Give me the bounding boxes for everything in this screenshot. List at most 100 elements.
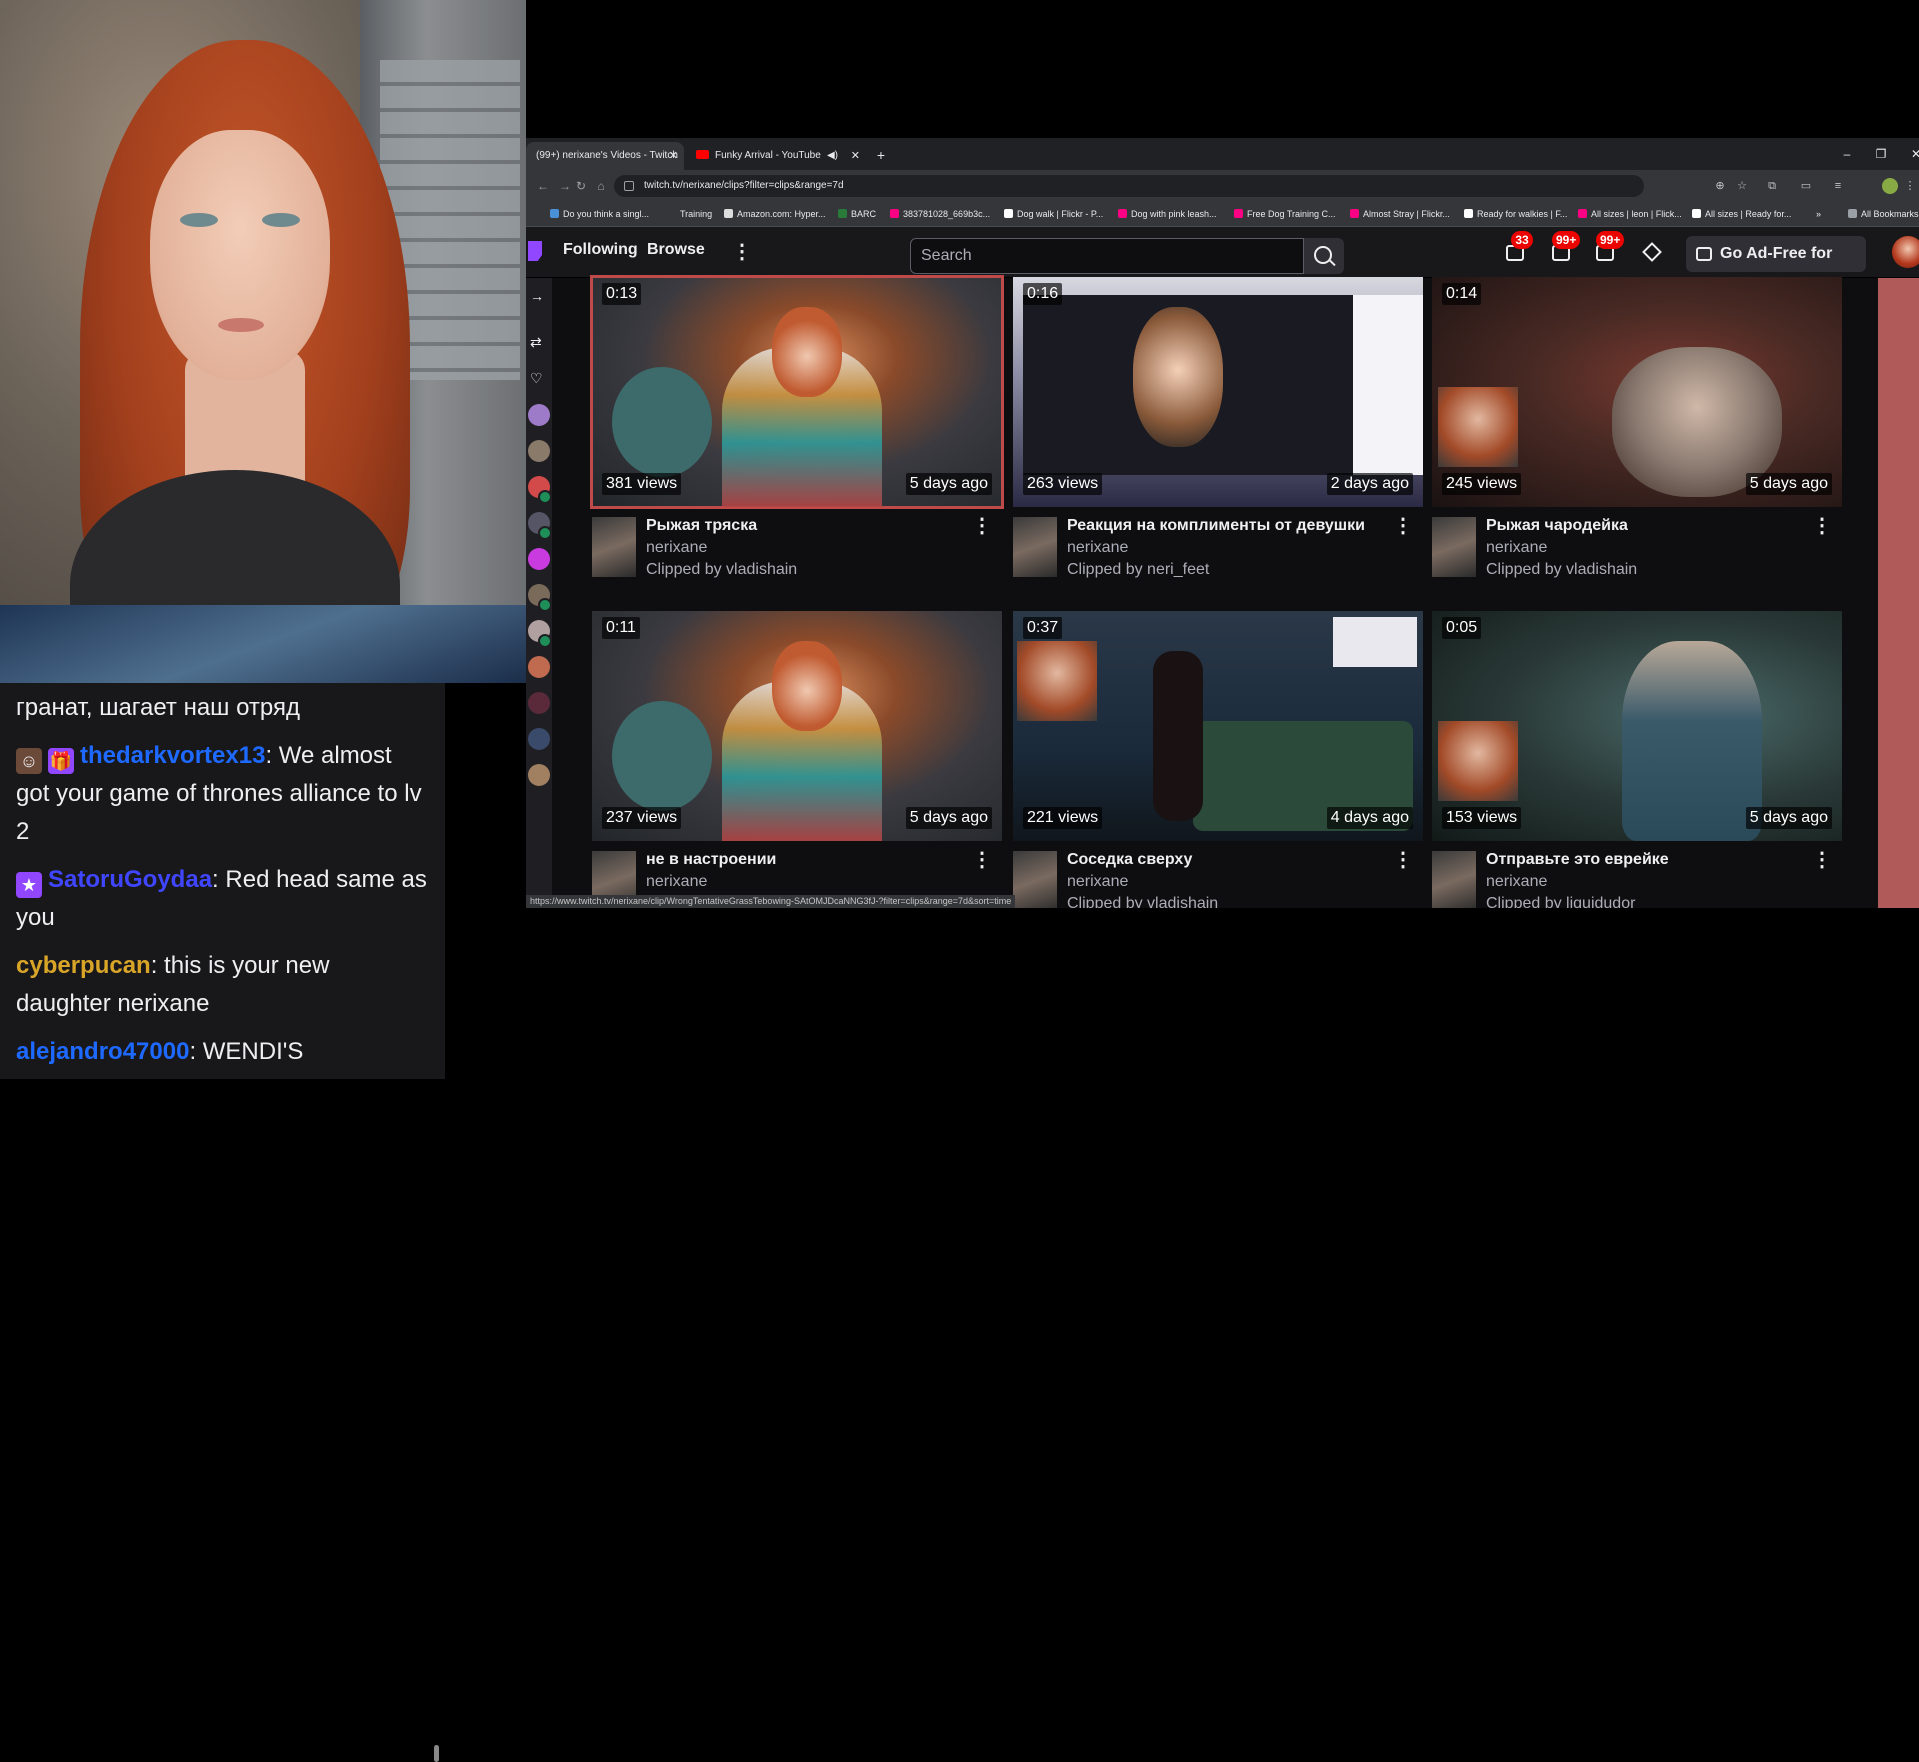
clip-clipper[interactable]: Clipped by vladishain <box>646 561 797 579</box>
clip-menu-icon[interactable]: ⋮ <box>1393 847 1413 872</box>
bookmarks-overflow[interactable]: » <box>1816 202 1821 226</box>
restore-icon[interactable]: ❐ <box>1871 144 1891 164</box>
nav-following[interactable]: Following <box>563 241 638 259</box>
chat-username[interactable]: alejandro47000 <box>16 1038 189 1065</box>
clip-menu-icon[interactable]: ⋮ <box>1393 513 1413 538</box>
bookmark-item[interactable]: All sizes | leon | Flick... <box>1578 202 1682 226</box>
clip-channel[interactable]: nerixane <box>646 539 707 557</box>
bookmark-item[interactable]: Dog with pink leash... <box>1118 202 1217 226</box>
profile-avatar[interactable] <box>1882 178 1898 194</box>
clip-channel[interactable]: nerixane <box>1486 539 1547 557</box>
search-button[interactable] <box>1304 238 1344 274</box>
close-window-icon[interactable]: ✕ <box>1906 144 1919 164</box>
new-tab-button[interactable]: + <box>870 142 892 168</box>
channel-avatar[interactable] <box>1013 851 1057 908</box>
clip-title[interactable]: Отправьте это еврейке <box>1486 851 1669 869</box>
twitch-logo-icon[interactable] <box>528 241 542 261</box>
clip-card[interactable]: 0:05 153 views 5 days ago Отправьте это … <box>1432 611 1842 908</box>
clip-card[interactable]: 0:16 263 views 2 days ago Реакция на ком… <box>1013 277 1423 579</box>
tab-youtube[interactable]: Funky Arrival - YouTube ◀) ✕ <box>686 142 866 170</box>
clip-card[interactable]: 0:11 237 views 5 days ago не в настроени… <box>592 611 1002 908</box>
minimize-icon[interactable]: – <box>1837 144 1857 164</box>
recommended-icon[interactable]: ⇄ <box>530 334 542 351</box>
clip-title[interactable]: не в настроении <box>646 851 776 869</box>
search-input[interactable]: Search <box>910 238 1304 274</box>
channel-avatar[interactable] <box>592 517 636 577</box>
clip-menu-icon[interactable]: ⋮ <box>1812 847 1832 872</box>
clip-card[interactable]: 0:13 381 views 5 days ago Рыжая тряска n… <box>590 275 1004 579</box>
channel-avatar[interactable] <box>528 656 550 678</box>
clip-menu-icon[interactable]: ⋮ <box>972 847 992 872</box>
url-field[interactable]: twitch.tv/nerixane/clips?filter=clips&ra… <box>614 175 1644 197</box>
channel-avatar[interactable] <box>528 548 550 570</box>
back-icon[interactable]: ← <box>534 177 552 195</box>
clip-thumbnail[interactable]: 0:05 153 views 5 days ago <box>1432 611 1842 841</box>
clip-card[interactable]: 0:37 221 views 4 days ago Соседка сверху… <box>1013 611 1423 908</box>
clip-thumbnail[interactable]: 0:11 237 views 5 days ago <box>592 611 1002 841</box>
clip-thumbnail[interactable]: 0:14 245 views 5 days ago <box>1432 277 1842 507</box>
media-icon[interactable]: ≡ <box>1830 178 1846 194</box>
clip-title[interactable]: Рыжая чародейка <box>1486 517 1628 535</box>
channel-avatar[interactable] <box>1432 517 1476 577</box>
sidepanel-icon[interactable]: ▭ <box>1798 178 1814 194</box>
clip-channel[interactable]: nerixane <box>1486 873 1547 891</box>
all-bookmarks[interactable]: All Bookmarks <box>1848 202 1919 226</box>
clip-clipper[interactable]: Clipped by vladishain <box>1486 561 1637 579</box>
clip-clipper[interactable]: Clipped by neri_feet <box>1067 561 1209 579</box>
clip-card[interactable]: 0:14 245 views 5 days ago Рыжая чародейк… <box>1432 277 1842 579</box>
expand-arrow-icon[interactable]: → <box>530 288 544 304</box>
channel-avatar[interactable] <box>1013 517 1057 577</box>
reload-icon[interactable]: ↻ <box>572 177 590 195</box>
bookmark-item[interactable]: Ready for walkies | F... <box>1464 202 1567 226</box>
bookmark-item[interactable]: All sizes | Ready for... <box>1692 202 1791 226</box>
bookmark-item[interactable]: Dog walk | Flickr - P... <box>1004 202 1103 226</box>
chat-scrollbar[interactable] <box>434 1745 439 1762</box>
home-icon[interactable]: ⌂ <box>592 177 610 195</box>
clip-thumbnail[interactable]: 0:16 263 views 2 days ago <box>1013 277 1423 507</box>
clip-channel[interactable]: nerixane <box>1067 873 1128 891</box>
chat-username[interactable]: cyberpucan <box>16 952 151 979</box>
clip-channel[interactable]: nerixane <box>1067 539 1128 557</box>
close-icon[interactable]: ✕ <box>851 142 860 170</box>
prime-crown-icon[interactable] <box>1642 242 1662 262</box>
more-menu-icon[interactable]: ⋮ <box>732 239 752 264</box>
bookmark-item[interactable]: Training <box>680 202 712 226</box>
tab-twitch[interactable]: (99+) nerixane's Videos - Twitch ✕ <box>526 142 684 170</box>
clip-clipper[interactable]: Clipped by liquidudor <box>1486 895 1635 908</box>
close-icon[interactable]: ✕ <box>669 142 678 170</box>
channel-avatar[interactable] <box>528 440 550 462</box>
clip-thumbnail[interactable]: 0:13 381 views 5 days ago <box>590 275 1004 509</box>
clip-thumbnail[interactable]: 0:37 221 views 4 days ago <box>1013 611 1423 841</box>
clip-menu-icon[interactable]: ⋮ <box>972 513 992 538</box>
ad-free-button[interactable]: Go Ad-Free for Free <box>1686 236 1866 298</box>
bookmark-item[interactable]: Amazon.com: Hyper... <box>724 202 826 226</box>
user-avatar[interactable] <box>1892 236 1919 268</box>
clip-menu-icon[interactable]: ⋮ <box>1812 513 1832 538</box>
nav-browse[interactable]: Browse <box>647 241 705 259</box>
site-info-icon[interactable] <box>624 181 634 191</box>
channel-avatar[interactable] <box>528 728 550 750</box>
channel-avatar[interactable] <box>528 692 550 714</box>
bookmark-item[interactable]: Almost Stray | Flickr... <box>1350 202 1450 226</box>
clip-title[interactable]: Рыжая тряска <box>646 517 757 535</box>
channel-avatar[interactable] <box>1432 851 1476 908</box>
chat-username[interactable]: SatoruGoydaa <box>48 866 212 893</box>
menu-icon[interactable]: ⋮ <box>1902 178 1918 194</box>
bookmark-star-icon[interactable]: ☆ <box>1734 178 1750 194</box>
chat-username[interactable]: thedarkvortex13 <box>80 742 265 769</box>
bookmark-item[interactable]: Do you think a singl... <box>550 202 649 226</box>
bookmark-item[interactable]: 383781028_669b3c... <box>890 202 990 226</box>
clip-title[interactable]: Соседка сверху <box>1067 851 1192 869</box>
bookmark-item[interactable]: Free Dog Training C... <box>1234 202 1336 226</box>
clip-channel[interactable]: nerixane <box>646 873 707 891</box>
extensions-icon[interactable]: ⧉ <box>1764 178 1780 194</box>
clip-duration: 0:14 <box>1442 283 1482 305</box>
bookmark-item[interactable]: BARC <box>838 202 876 226</box>
heart-icon[interactable]: ♡ <box>530 370 543 387</box>
clip-title[interactable]: Реакция на комплименты от девушки <box>1067 517 1365 535</box>
speaker-icon[interactable]: ◀) <box>827 142 838 170</box>
zoom-icon[interactable]: ⊕ <box>1712 178 1728 194</box>
channel-avatar[interactable] <box>528 764 550 786</box>
channel-avatar[interactable] <box>528 404 550 426</box>
clip-clipper[interactable]: Clipped by vladishain <box>1067 895 1218 908</box>
